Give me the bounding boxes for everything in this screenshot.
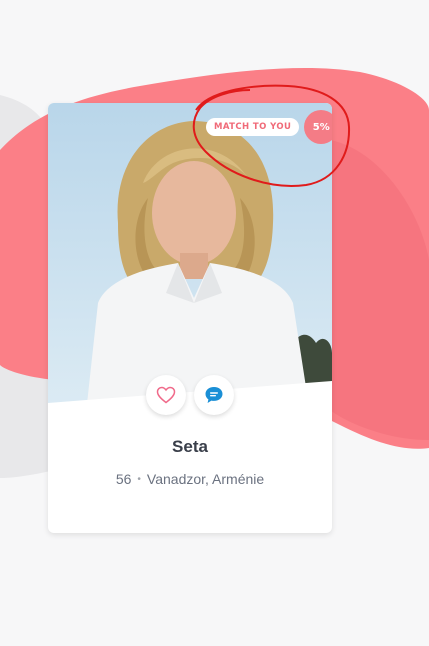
profile-age: 56 [115, 471, 132, 487]
chat-button[interactable] [194, 375, 234, 415]
profile-location: Vanadzor, Arménie [146, 471, 265, 487]
profile-photo[interactable] [48, 103, 332, 413]
heart-icon [156, 386, 176, 404]
match-label: MATCH TO YOU [206, 118, 300, 136]
match-percent: 5% [304, 110, 332, 144]
profile-name: Seta [172, 437, 208, 456]
profile-card[interactable]: MATCH TO YOU 5% Seta 56 • Vanadzor, Arméni… [48, 103, 332, 533]
profile-info: 56 • Vanadzor, Arménie [48, 471, 332, 487]
chat-bubble-icon [205, 387, 223, 403]
like-button[interactable] [146, 375, 186, 415]
match-badge: MATCH TO YOU 5% [206, 110, 332, 144]
info-separator: • [137, 474, 141, 485]
